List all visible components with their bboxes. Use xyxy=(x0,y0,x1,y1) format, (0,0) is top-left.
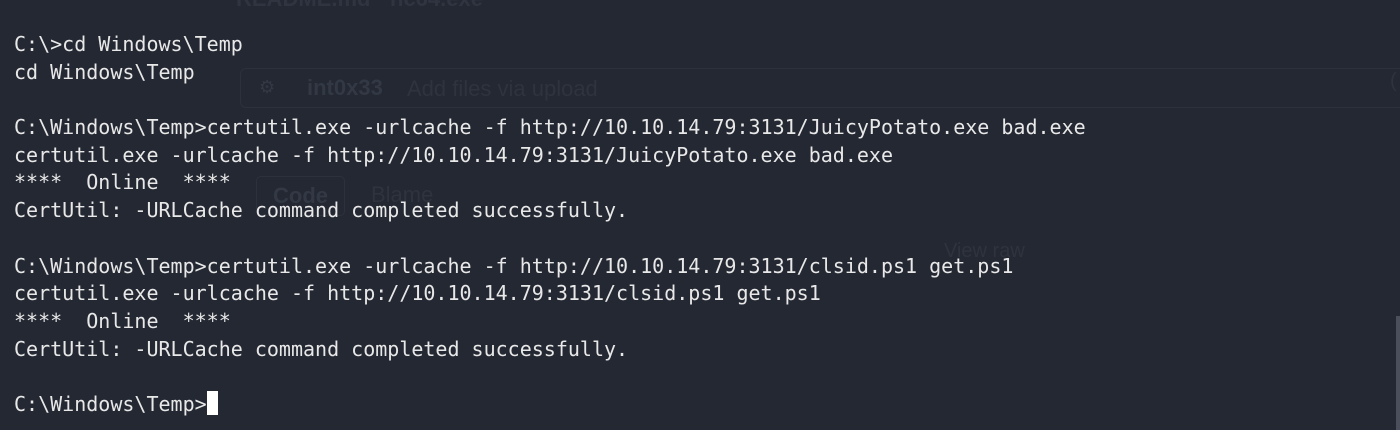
terminal-line: C:\Windows\Temp>certutil.exe -urlcache -… xyxy=(14,115,1086,140)
terminal-output[interactable]: C:\>cd Windows\Temp cd Windows\Temp C:\Win… xyxy=(14,31,1086,419)
terminal-line: CertUtil: -URLCache command completed su… xyxy=(14,336,629,361)
terminal-line: certutil.exe -urlcache -f http://10.10.1… xyxy=(14,281,821,306)
terminal-line: certutil.exe -urlcache -f http://10.10.1… xyxy=(14,142,893,167)
terminal-prompt-line[interactable]: C:\Windows\Temp> xyxy=(14,390,1086,419)
terminal-line: C:\>cd Windows\Temp xyxy=(14,32,243,56)
terminal-line: **** Online **** xyxy=(14,308,231,333)
terminal-line: C:\Windows\Temp>certutil.exe -urlcache -… xyxy=(14,253,1014,278)
background-ghost-title: README.md · nc64.exe xyxy=(236,0,483,12)
terminal-line: CertUtil: -URLCache command completed su… xyxy=(14,198,629,223)
scrollbar-thumb[interactable] xyxy=(1396,316,1400,430)
text-cursor xyxy=(206,390,218,415)
terminal-window[interactable]: README.md · nc64.exe ⚙ int0x33 Add files… xyxy=(0,0,1400,430)
terminal-line: cd Windows\Temp xyxy=(14,59,195,84)
terminal-prompt: C:\Windows\Temp> xyxy=(14,391,207,416)
terminal-line: **** Online **** xyxy=(14,170,231,195)
background-ghost-edge: ( xyxy=(1390,70,1397,92)
